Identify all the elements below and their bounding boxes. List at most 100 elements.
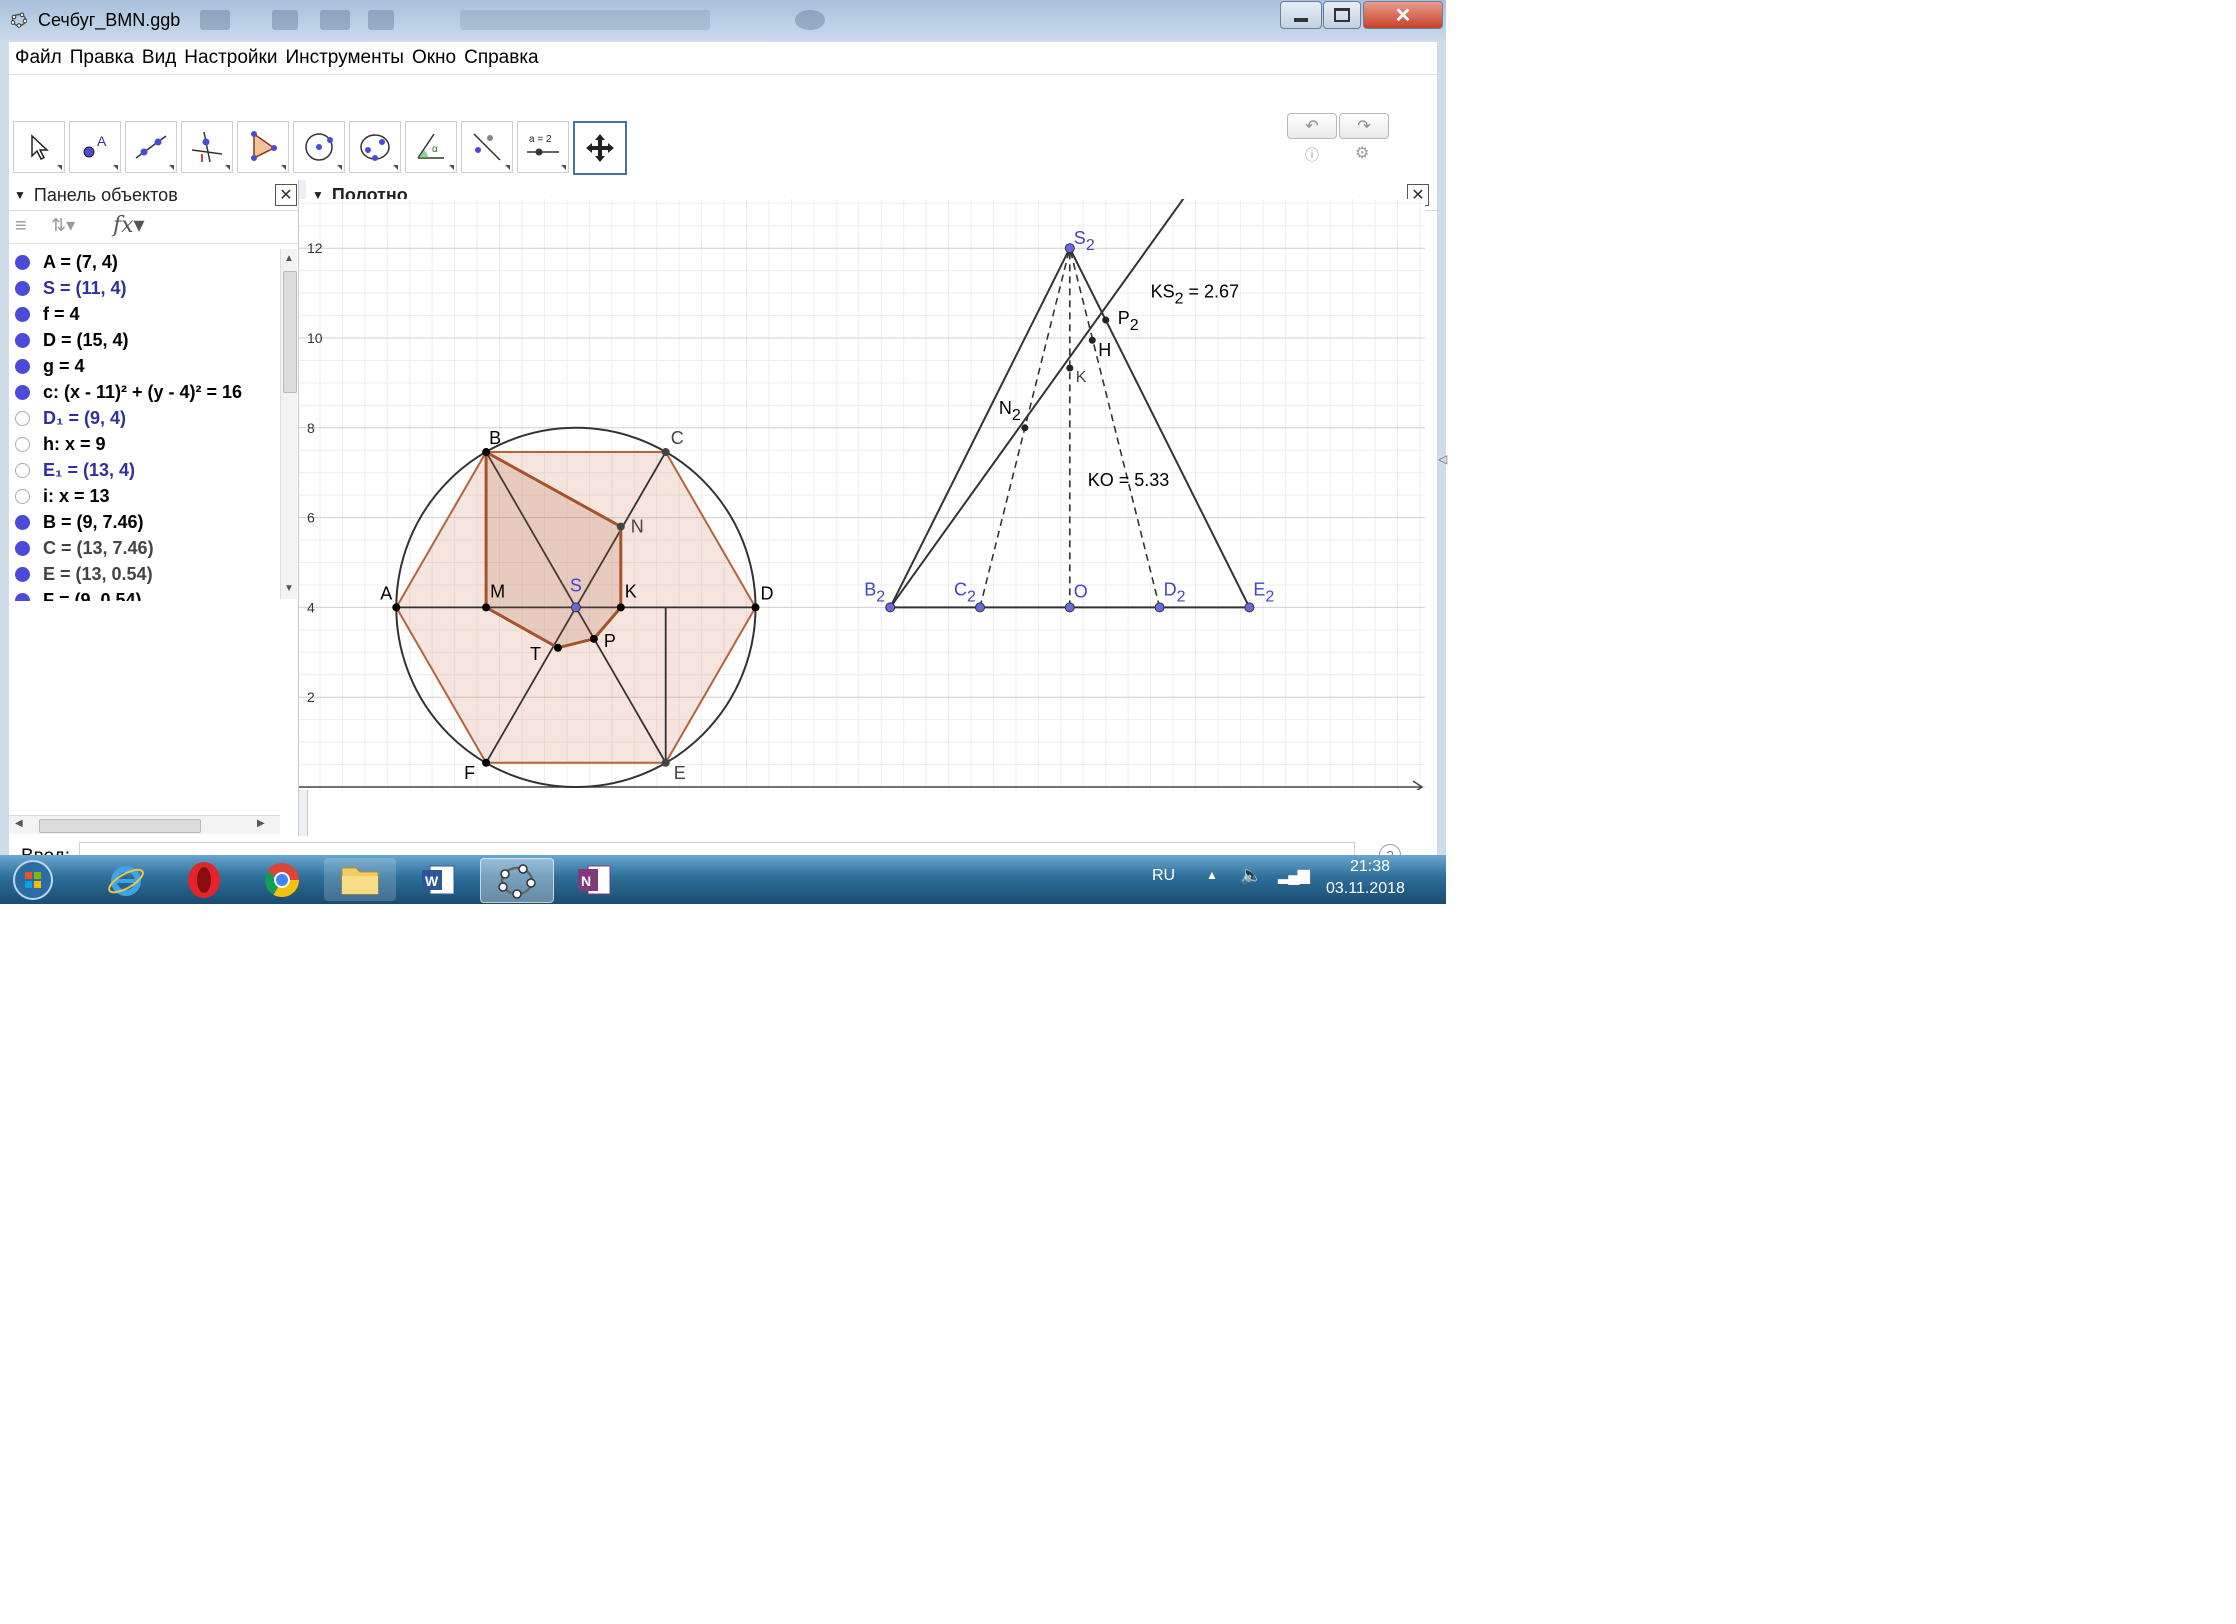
visibility-toggle[interactable] — [15, 410, 30, 426]
auxiliary-objects-icon[interactable]: ≡ — [15, 215, 27, 238]
gear-icon[interactable]: ⚙ — [1355, 143, 1369, 163]
circle-tool-button[interactable] — [293, 121, 345, 173]
menu-settings[interactable]: Настройки — [184, 47, 277, 69]
menu-window[interactable]: Окно — [412, 47, 456, 69]
taskbar-word[interactable]: W — [402, 858, 474, 901]
algebra-hscrollbar[interactable]: ◀ ▶ — [9, 815, 280, 834]
taskbar-ie[interactable] — [90, 858, 162, 901]
point-O[interactable] — [1064, 602, 1075, 613]
visibility-toggle[interactable] — [15, 254, 30, 270]
menu-file[interactable]: Файл — [15, 47, 62, 69]
visibility-toggle[interactable] — [15, 566, 30, 582]
graphics-canvas[interactable]: 681012141618202224262824681012 ABCDEFSMK… — [299, 199, 1425, 790]
maximize-button[interactable] — [1323, 1, 1361, 29]
point-K[interactable] — [616, 603, 625, 612]
visibility-toggle[interactable] — [15, 592, 30, 601]
network-icon[interactable]: ▂▄▆ — [1278, 865, 1310, 885]
point-F[interactable] — [482, 758, 491, 767]
geometry-drawing[interactable]: 681012141618202224262824681012 ABCDEFSMK… — [299, 199, 1425, 790]
algebra-row[interactable]: B = (9, 7.46) — [9, 509, 296, 535]
help-icon[interactable]: ⓘ — [1305, 145, 1319, 165]
menu-help[interactable]: Справка — [464, 47, 539, 69]
point-C2[interactable] — [975, 602, 985, 613]
visibility-toggle[interactable] — [15, 436, 30, 452]
clock-time[interactable]: 21:38 — [1350, 858, 1390, 876]
point-C[interactable] — [661, 448, 670, 457]
close-window-button[interactable]: ✕ — [1363, 1, 1443, 29]
x-axis-arrow[interactable] — [1412, 780, 1424, 790]
algebra-row[interactable]: g = 4 — [9, 353, 296, 379]
scroll-down-icon[interactable]: ▼ — [284, 583, 294, 594]
algebra-row[interactable]: E₁ = (13, 4) — [9, 457, 296, 483]
algebra-close-button[interactable]: ✕ — [275, 184, 297, 206]
clock-date[interactable]: 03.11.2018 — [1326, 880, 1405, 898]
text-ko[interactable]: KO = 5.33 — [1088, 470, 1170, 490]
visibility-toggle[interactable] — [15, 332, 30, 348]
taskbar-explorer[interactable] — [324, 858, 396, 901]
line-tool-button[interactable] — [125, 121, 177, 173]
undo-button[interactable]: ↶ — [1287, 113, 1337, 139]
collapse-triangle-icon[interactable]: ▼ — [14, 188, 26, 202]
point-T[interactable] — [553, 643, 562, 652]
move-graphics-tool-button[interactable] — [573, 121, 627, 175]
visibility-toggle[interactable] — [15, 514, 30, 530]
point-N[interactable] — [616, 522, 625, 531]
language-indicator[interactable]: RU — [1152, 867, 1175, 885]
point-M[interactable] — [482, 603, 491, 612]
move-tool-button[interactable] — [13, 121, 65, 173]
point-D[interactable] — [751, 603, 760, 612]
algebra-row[interactable]: S = (11, 4) — [9, 275, 296, 301]
perpendicular-tool-button[interactable] — [181, 121, 233, 173]
algebra-row[interactable]: C = (13, 7.46) — [9, 535, 296, 561]
algebra-vscrollbar[interactable]: ▲ ▼ — [280, 249, 297, 599]
point-P2[interactable] — [1102, 316, 1110, 324]
algebra-row[interactable]: c: (x - 11)² + (y - 4)² = 16 — [9, 379, 296, 405]
point-B2[interactable] — [885, 602, 896, 613]
fx-icon[interactable]: fx▾ — [113, 213, 145, 238]
visibility-toggle[interactable] — [15, 462, 30, 478]
point-B[interactable] — [482, 448, 491, 457]
algebra-row[interactable]: E = (13, 0.54) — [9, 561, 296, 587]
point-A[interactable] — [392, 603, 401, 612]
hscroll-thumb[interactable] — [39, 819, 201, 833]
point-D2[interactable] — [1154, 602, 1165, 613]
canvas-side-arrow-icon[interactable]: ◁ — [1438, 452, 1447, 466]
algebra-row[interactable]: i: x = 13 — [9, 483, 296, 509]
taskbar-opera[interactable] — [168, 858, 240, 901]
taskbar-onenote[interactable]: N — [558, 858, 630, 901]
algebra-row[interactable]: F = (9, 0.54) — [9, 587, 296, 601]
menu-edit[interactable]: Правка — [70, 47, 134, 69]
visibility-toggle[interactable] — [15, 358, 30, 374]
taskbar-chrome[interactable] — [246, 858, 318, 901]
menu-tools[interactable]: Инструменты — [285, 47, 403, 69]
scroll-left-icon[interactable]: ◀ — [15, 818, 23, 829]
point-P[interactable] — [589, 634, 598, 643]
point-K[interactable] — [1066, 364, 1074, 372]
algebra-row[interactable]: A = (7, 4) — [9, 249, 296, 275]
show-hidden-icons[interactable]: ▲ — [1206, 868, 1218, 882]
taskbar-geogebra[interactable] — [480, 858, 554, 903]
algebra-row[interactable]: D = (15, 4) — [9, 327, 296, 353]
visibility-toggle[interactable] — [15, 540, 30, 556]
point-tool-button[interactable]: A — [69, 121, 121, 173]
sort-icon[interactable]: ⇅▾ — [51, 215, 75, 236]
algebra-row[interactable]: D₁ = (9, 4) — [9, 405, 296, 431]
visibility-toggle[interactable] — [15, 488, 30, 504]
algebra-row[interactable]: h: x = 9 — [9, 431, 296, 457]
algebra-row[interactable]: f = 4 — [9, 301, 296, 327]
volume-icon[interactable]: 🔈 — [1240, 865, 1262, 886]
visibility-toggle[interactable] — [15, 384, 30, 400]
text-ks2[interactable]: KS2 = 2.67 — [1151, 282, 1239, 308]
redo-button[interactable]: ↷ — [1339, 113, 1389, 139]
visibility-toggle[interactable] — [15, 280, 30, 296]
polygon-tool-button[interactable] — [237, 121, 289, 173]
point-N2[interactable] — [1021, 424, 1029, 432]
scroll-up-icon[interactable]: ▲ — [284, 253, 294, 264]
scroll-thumb[interactable] — [283, 271, 297, 393]
reflect-tool-button[interactable] — [461, 121, 513, 173]
slider-tool-button[interactable]: a = 2 — [517, 121, 569, 173]
point-E2[interactable] — [1244, 602, 1255, 613]
point-S[interactable] — [570, 602, 581, 613]
menu-view[interactable]: Вид — [142, 47, 176, 69]
point-E[interactable] — [661, 758, 670, 767]
